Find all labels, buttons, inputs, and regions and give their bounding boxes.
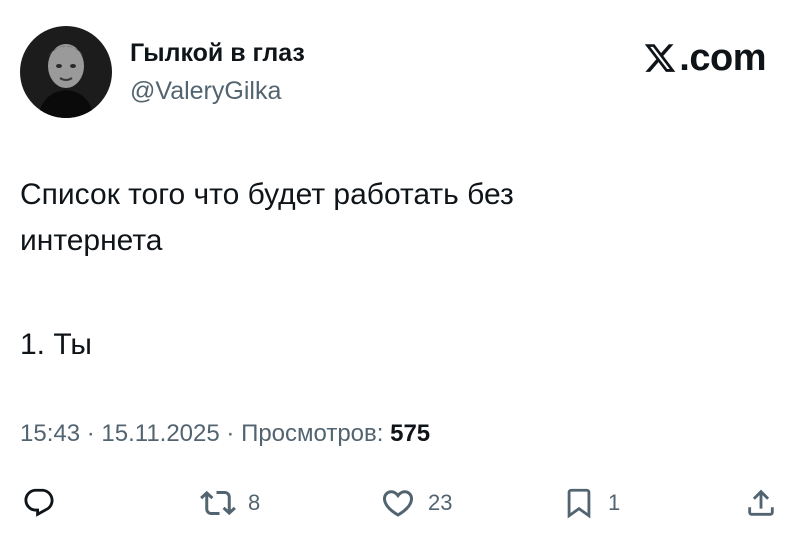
views-count: 575 (390, 420, 431, 447)
bookmark-icon (567, 488, 591, 519)
x-logo-icon (645, 44, 676, 72)
like-button[interactable]: 23 (380, 478, 452, 528)
tweet-date[interactable]: 15.11.2025 (101, 420, 219, 447)
heart-icon (382, 490, 414, 517)
tweet-meta: 15:43 · 15.11.2025 · Просмотров: 575 (20, 418, 430, 450)
meta-separator: · (219, 420, 242, 447)
tweet-card: Гылкой в глаз @ValeryGilka .com Список т… (0, 0, 800, 547)
tweet-time[interactable]: 15:43 (20, 420, 80, 447)
meta-separator: · (80, 420, 102, 447)
like-count: 23 (428, 490, 453, 515)
bookmark-button[interactable]: 1 (562, 478, 620, 528)
retweet-button[interactable]: 8 (200, 478, 260, 528)
tweet-text-line: интернета (20, 224, 163, 257)
share-button[interactable] (744, 478, 778, 528)
author-display-name[interactable]: Гылкой в глаз (130, 38, 305, 68)
action-bar: 8 23 1 (0, 478, 800, 528)
views-label: Просмотров: (241, 420, 384, 447)
tweet-text-line: 1. Ты (20, 328, 92, 361)
x-com-brand: .com (643, 36, 766, 80)
avatar[interactable] (20, 26, 112, 118)
brand-domain-text: .com (679, 37, 766, 79)
share-icon (748, 489, 774, 516)
retweet-icon (200, 490, 236, 516)
reply-button[interactable] (22, 478, 56, 528)
author-handle[interactable]: @ValeryGilka (130, 76, 281, 106)
bookmark-count: 1 (608, 490, 621, 515)
tweet-text-line: Список того что будет работать без (20, 178, 514, 211)
reply-icon (24, 488, 54, 517)
tweet-body: Список того что будет работать без интер… (20, 172, 760, 368)
retweet-count: 8 (248, 490, 261, 515)
